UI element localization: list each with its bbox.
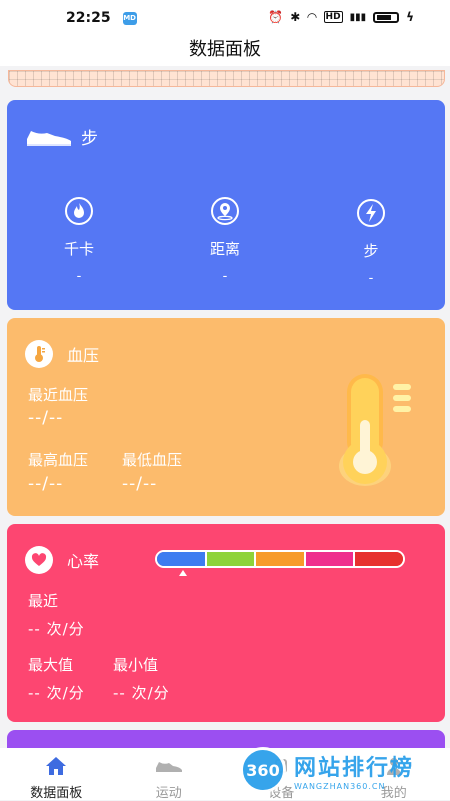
recent-hr-label: 最近 bbox=[28, 590, 58, 611]
calories-metric: 千卡 - bbox=[39, 196, 119, 284]
steps-card-header: 步 bbox=[25, 124, 98, 149]
heart-rate-card[interactable]: 心率 最近 -- 次/分 最大值 -- 次/分 最小值 -- 次/分 bbox=[7, 524, 445, 722]
status-indicators: ⏰ ✱ ◠ HD ▮▮▮ ϟ bbox=[268, 10, 414, 24]
shoe-icon bbox=[154, 756, 184, 776]
calories-label: 千卡 bbox=[39, 238, 119, 259]
recent-hr-value: -- 次/分 bbox=[28, 618, 85, 639]
location-pin-icon bbox=[210, 196, 240, 226]
max-bp-value: --/-- bbox=[28, 474, 63, 494]
tab-dashboard[interactable]: 数据面板 bbox=[0, 748, 113, 800]
watermark-sub-text: WANGZHAN360.CN bbox=[294, 782, 414, 791]
heart-rate-title: 心率 bbox=[67, 548, 99, 572]
max-hr-value: -- 次/分 bbox=[28, 682, 85, 703]
min-hr-value: -- 次/分 bbox=[113, 682, 170, 703]
zone-segment bbox=[157, 552, 207, 566]
zone-pointer-icon bbox=[179, 570, 187, 576]
flame-icon bbox=[64, 196, 94, 226]
min-hr-label: 最小值 bbox=[113, 654, 158, 675]
step-count-value: - bbox=[331, 271, 411, 286]
zone-segment bbox=[355, 552, 403, 566]
steps-card[interactable]: 步 千卡 - 距离 - 步 - bbox=[7, 100, 445, 310]
app-notification-icon: MD bbox=[123, 12, 137, 25]
bluetooth-icon: ✱ bbox=[290, 10, 300, 24]
wifi-icon: ◠ bbox=[307, 10, 316, 24]
title-bar: 数据面板 bbox=[0, 36, 450, 66]
status-bar: 22:25 MD ⏰ ✱ ◠ HD ▮▮▮ ϟ bbox=[0, 0, 450, 36]
max-bp-label: 最高血压 bbox=[28, 449, 88, 470]
watermark-text: 网站排行榜 WANGZHAN360.CN bbox=[294, 750, 414, 791]
tab-sport[interactable]: 运动 bbox=[113, 748, 226, 800]
zone-segment bbox=[256, 552, 306, 566]
blood-pressure-header: 血压 bbox=[25, 340, 99, 368]
status-time: 22:25 bbox=[66, 10, 111, 26]
distance-metric: 距离 - bbox=[185, 196, 265, 284]
zone-segment bbox=[207, 552, 257, 566]
thermometer-badge-icon bbox=[25, 340, 53, 368]
battery-icon bbox=[373, 12, 399, 23]
tab-dashboard-label: 数据面板 bbox=[0, 782, 113, 801]
signal-icon: ▮▮▮ bbox=[350, 12, 367, 23]
alarm-icon: ⏰ bbox=[268, 10, 283, 24]
max-hr-label: 最大值 bbox=[28, 654, 73, 675]
step-count-label: 步 bbox=[331, 240, 411, 261]
thermometer-illustration-icon bbox=[335, 370, 415, 488]
calories-value: - bbox=[39, 269, 119, 284]
distance-label: 距离 bbox=[185, 238, 265, 259]
recent-bp-value: --/-- bbox=[28, 408, 63, 428]
sleep-chart-card-edge[interactable] bbox=[8, 70, 445, 87]
step-count-metric: 步 - bbox=[331, 198, 411, 286]
heart-rate-zone-bar bbox=[155, 550, 405, 568]
page-title: 数据面板 bbox=[0, 36, 450, 64]
home-icon bbox=[45, 756, 67, 776]
zone-segment bbox=[306, 552, 356, 566]
steps-card-title: 步 bbox=[81, 124, 98, 149]
min-bp-label: 最低血压 bbox=[122, 449, 182, 470]
watermark-logo: 360 网站排行榜 WANGZHAN360.CN bbox=[240, 740, 450, 800]
watermark-main-text: 网站排行榜 bbox=[294, 750, 414, 782]
heart-badge-icon bbox=[25, 546, 53, 574]
heart-rate-header: 心率 bbox=[25, 546, 99, 574]
shoe-icon bbox=[25, 127, 73, 147]
hd-icon: HD bbox=[324, 11, 343, 23]
lightning-icon bbox=[356, 198, 386, 228]
tab-sport-label: 运动 bbox=[113, 782, 226, 801]
watermark-badge: 360 bbox=[240, 747, 286, 793]
blood-pressure-title: 血压 bbox=[67, 342, 99, 366]
distance-value: - bbox=[185, 269, 265, 284]
charging-icon: ϟ bbox=[406, 10, 414, 24]
recent-bp-label: 最近血压 bbox=[28, 384, 88, 405]
min-bp-value: --/-- bbox=[122, 474, 157, 494]
blood-pressure-card[interactable]: 血压 最近血压 --/-- 最高血压 --/-- 最低血压 --/-- bbox=[7, 318, 445, 516]
